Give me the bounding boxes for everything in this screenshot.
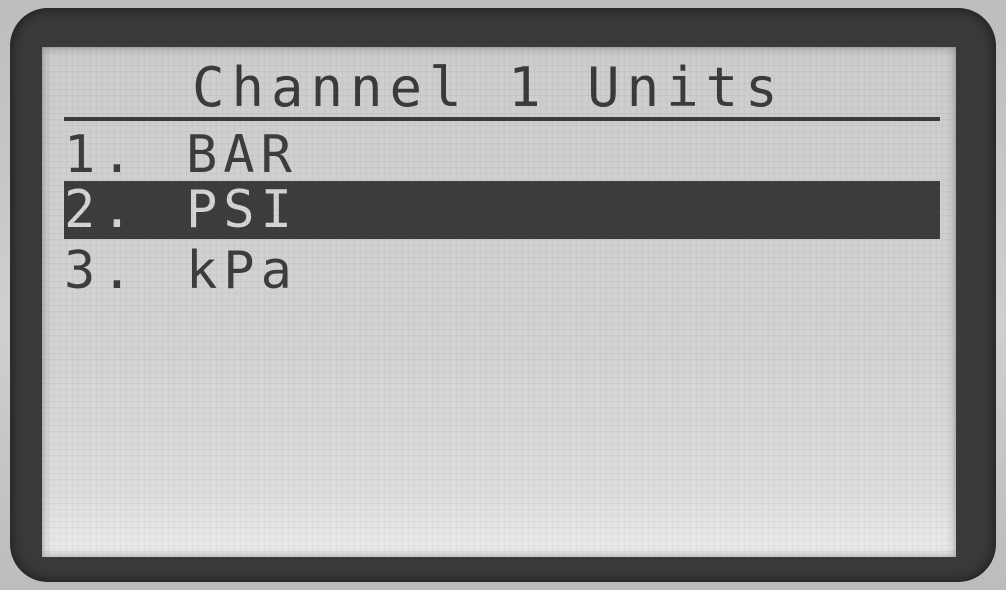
menu-item-label: kPa (186, 241, 298, 301)
menu-item-kpa[interactable]: 3. kPa (64, 241, 940, 301)
menu-item-label: PSI (186, 180, 298, 240)
menu-item-bar[interactable]: 1. BAR (64, 125, 940, 185)
menu-item-psi-selected[interactable]: 2. PSI (64, 181, 940, 239)
menu-item-number: 1. (64, 125, 139, 185)
menu-item-number: 2. (64, 180, 139, 240)
menu-item-label: BAR (186, 125, 298, 185)
lcd-screen: Channel 1 Units 1. BAR 2. PSI 3. kPa (42, 47, 956, 557)
device-housing: Channel 1 Units 1. BAR 2. PSI 3. kPa (0, 0, 1006, 590)
screen-title: Channel 1 Units (192, 56, 785, 119)
menu-item-number: 3. (64, 241, 139, 301)
title-underline (64, 117, 940, 121)
